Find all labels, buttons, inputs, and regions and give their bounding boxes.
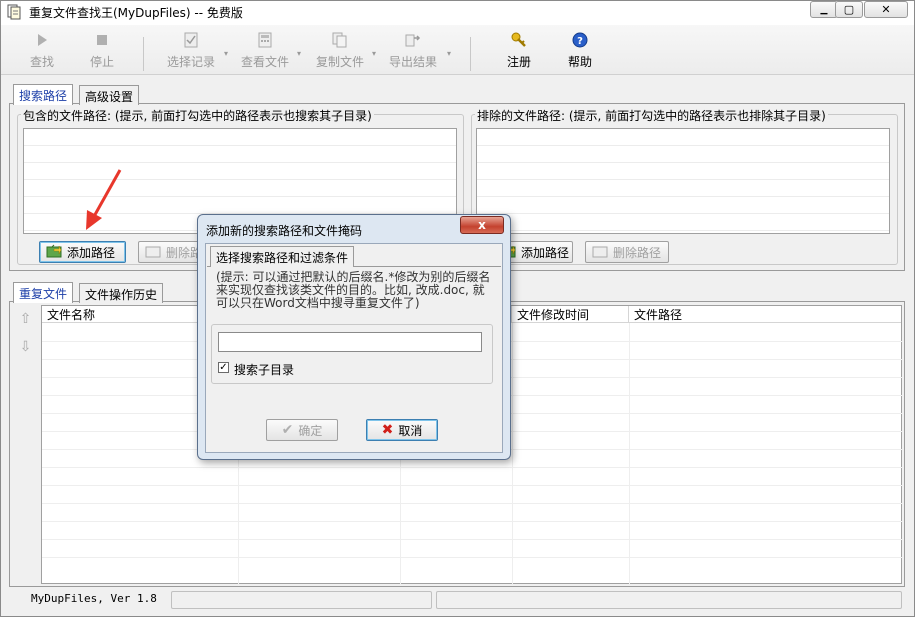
status-panel [436, 591, 902, 609]
status-version: MyDupFiles, Ver 1.8 [31, 592, 157, 605]
export-results-dropdown-icon[interactable]: ▾ [447, 49, 451, 58]
close-icon: ✕ [881, 3, 891, 16]
select-records-label: 选择记录 [166, 55, 215, 69]
view-files-dropdown-icon[interactable]: ▾ [297, 49, 301, 58]
select-records-button[interactable]: 选择记录 [163, 31, 219, 73]
copy-files-dropdown-icon[interactable]: ▾ [372, 49, 376, 58]
help-button[interactable]: ? 帮助 [562, 31, 598, 73]
help-icon: ? [562, 31, 598, 49]
help-label: 帮助 [567, 55, 592, 69]
move-down-icon[interactable]: ⇩ [15, 339, 36, 359]
delete-folder-icon [145, 244, 161, 261]
toolbar-separator [470, 37, 471, 71]
cancel-button[interactable]: ✖ 取消 [366, 419, 438, 441]
toolbar [1, 25, 914, 75]
search-subdirectories-checkbox[interactable]: ✓ [218, 362, 229, 373]
stop-label: 停止 [89, 55, 114, 69]
add-path-dialog: 添加新的搜索路径和文件掩码 x 选择搜索路径和过滤条件 (提示: 可以通过把默认… [197, 214, 511, 460]
grid-line [42, 539, 903, 540]
ok-label: 确定 [298, 423, 323, 438]
dialog-close-button[interactable]: x [460, 216, 504, 234]
maximize-button[interactable]: ▢ [835, 1, 863, 18]
close-icon: x [478, 218, 486, 232]
tab-file-operation-history[interactable]: 文件操作历史 [79, 283, 164, 303]
svg-text:?: ? [577, 36, 583, 47]
grid-line [42, 521, 903, 522]
dialog-hint: (提示: 可以通过把默认的后缀名.*修改为别的后缀名来实现仅查找该类文件的目的。… [216, 270, 491, 310]
cancel-x-icon: ✖ [381, 422, 394, 438]
toolbar-separator [143, 37, 144, 71]
stop-icon [84, 31, 120, 49]
select-records-dropdown-icon[interactable]: ▾ [224, 49, 228, 58]
path-input[interactable] [218, 332, 482, 352]
export-icon [385, 31, 441, 49]
close-button[interactable]: ✕ [864, 1, 908, 18]
export-results-label: 导出结果 [388, 55, 437, 69]
grid-line [42, 467, 903, 468]
minimize-button[interactable]: ▁ [810, 1, 838, 18]
column-header-file-path[interactable]: 文件路径 [629, 306, 901, 323]
maximize-icon: ▢ [843, 3, 855, 16]
dialog-body: 选择搜索路径和过滤条件 (提示: 可以通过把默认的后缀名.*修改为别的后缀名来实… [205, 243, 503, 453]
window-title: 重复文件查找王(MyDupFiles) -- 免费版 [29, 6, 243, 20]
grid-line [42, 557, 903, 558]
include-paths-label: 包含的文件路径: (提示, 前面打勾选中的路径表示也搜索其子目录) [21, 107, 374, 124]
tab-select-path-and-filter[interactable]: 选择搜索路径和过滤条件 [210, 246, 355, 267]
register-button[interactable]: 注册 [501, 31, 537, 73]
ok-button[interactable]: ✔ 确定 [266, 419, 338, 441]
dialog-title: 添加新的搜索路径和文件掩码 [206, 224, 363, 238]
search-label: 查找 [29, 55, 54, 69]
view-files-button[interactable]: 查看文件 [237, 31, 293, 73]
column-header-modified-time[interactable]: 文件修改时间 [512, 306, 629, 323]
app-icon [6, 4, 22, 20]
add-folder-icon [46, 244, 62, 261]
export-results-button[interactable]: 导出结果 [385, 31, 441, 73]
key-icon [501, 31, 537, 49]
minimize-icon: ▁ [820, 4, 828, 15]
grid-line [629, 323, 630, 585]
copy-icon [312, 31, 368, 49]
exclude-paths-label: 排除的文件路径: (提示, 前面打勾选中的路径表示也排除其子目录) [475, 107, 828, 124]
tab-advanced-settings[interactable]: 高级设置 [79, 85, 140, 105]
tab-search-path[interactable]: 搜索路径 [13, 84, 74, 105]
grid-line [42, 503, 903, 504]
exclude-paths-list[interactable] [476, 128, 890, 234]
stop-button[interactable]: 停止 [84, 31, 120, 73]
copy-files-button[interactable]: 复制文件 [312, 31, 368, 73]
include-add-path-label: 添加路径 [67, 245, 116, 260]
calculator-icon [237, 31, 293, 49]
cancel-label: 取消 [398, 423, 423, 438]
delete-folder-icon [592, 244, 608, 261]
grid-line [42, 485, 903, 486]
checklist-icon [163, 31, 219, 49]
annotation-arrow [86, 169, 122, 230]
search-subdirectories-label: 搜索子目录 [234, 363, 295, 377]
exclude-delete-path-label: 删除路径 [613, 245, 662, 260]
check-icon: ✔ [281, 422, 294, 438]
status-panel [171, 591, 432, 609]
exclude-add-path-label: 添加路径 [521, 245, 570, 260]
search-button[interactable]: 查找 [24, 31, 60, 73]
play-icon [24, 31, 60, 49]
copy-files-label: 复制文件 [315, 55, 364, 69]
include-add-path-button[interactable]: 添加路径 [39, 241, 126, 263]
view-files-label: 查看文件 [240, 55, 289, 69]
exclude-delete-path-button[interactable]: 删除路径 [585, 241, 669, 263]
register-label: 注册 [506, 55, 531, 69]
grid-line [512, 323, 513, 585]
move-up-icon[interactable]: ⇧ [15, 311, 36, 331]
tab-duplicate-files[interactable]: 重复文件 [13, 282, 74, 303]
